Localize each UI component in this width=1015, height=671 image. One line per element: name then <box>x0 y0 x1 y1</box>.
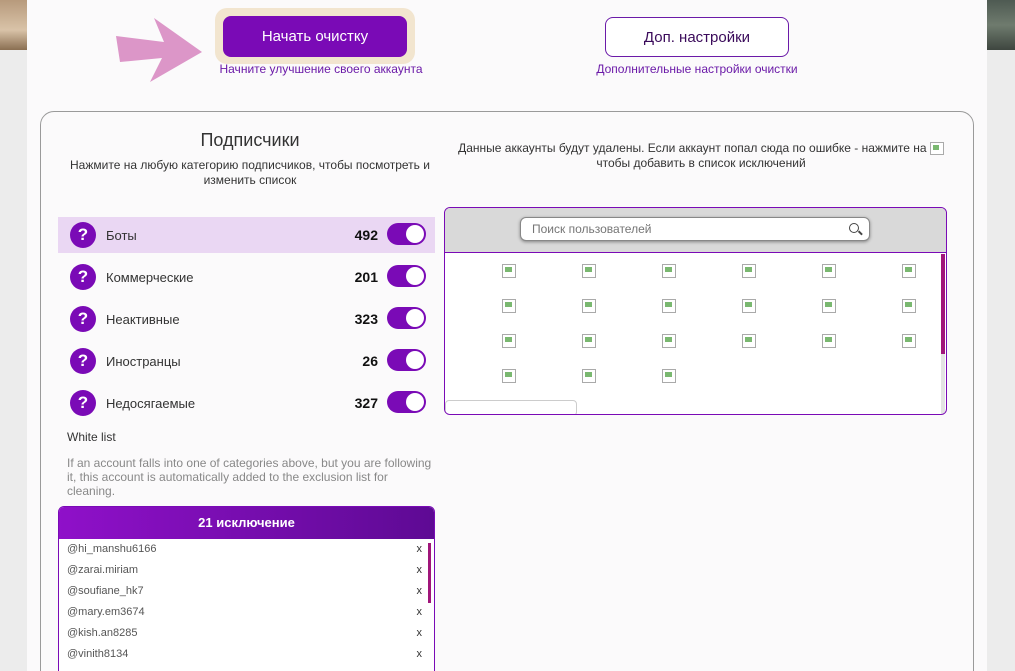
account-thumbnail[interactable] <box>902 334 916 348</box>
category-toggle[interactable] <box>387 391 426 413</box>
deletion-note: Данные аккаунты будут удалены. Если акка… <box>446 141 956 171</box>
exclusion-item: @kish.an8285 x <box>59 623 434 644</box>
grid-toolbar <box>445 208 946 253</box>
user-search[interactable] <box>520 217 870 241</box>
category-label: Коммерческие <box>106 270 194 285</box>
cleanup-card: Подписчики Нажмите на любую категорию по… <box>40 111 974 671</box>
grid-scrollbar[interactable] <box>941 254 945 354</box>
account-thumbnail[interactable] <box>742 264 756 278</box>
remove-exclusion-button[interactable]: x <box>417 644 423 665</box>
remove-exclusion-button[interactable]: x <box>417 623 423 644</box>
category-commercial[interactable]: ? Коммерческие 201 <box>58 259 435 295</box>
question-mark-icon[interactable]: ? <box>70 306 96 332</box>
exclusion-scrollbar[interactable] <box>428 543 431 603</box>
category-toggle[interactable] <box>387 223 426 245</box>
account-thumbnail[interactable] <box>662 299 676 313</box>
question-mark-icon[interactable]: ? <box>70 390 96 416</box>
account-thumbnail[interactable] <box>502 369 516 383</box>
toggle-knob <box>406 393 424 411</box>
exclusion-item: @soufiane_hk7 x <box>59 581 434 602</box>
search-input[interactable] <box>521 218 831 240</box>
exclusion-list-header: 21 исключение <box>59 507 434 539</box>
category-unreachable[interactable]: ? Недосягаемые 327 <box>58 385 435 421</box>
category-label: Иностранцы <box>106 354 181 369</box>
start-cleaning-button[interactable]: Начать очистку <box>223 16 407 57</box>
exclusion-item: @mary.em3674 x <box>59 602 434 623</box>
category-label: Боты <box>106 228 137 243</box>
account-thumbnail[interactable] <box>662 334 676 348</box>
category-toggle[interactable] <box>387 349 426 371</box>
background-photo <box>0 0 27 50</box>
account-thumbnail[interactable] <box>582 264 596 278</box>
account-thumbnail[interactable] <box>582 299 596 313</box>
account-thumbnail[interactable] <box>662 264 676 278</box>
main-page: Начать очистку Начните улучшение своего … <box>27 0 987 671</box>
account-thumbnail[interactable] <box>502 334 516 348</box>
whitelist-description: If an account falls into one of categori… <box>67 456 432 498</box>
toggle-knob <box>406 309 424 327</box>
toggle-knob <box>406 267 424 285</box>
category-count: 201 <box>354 269 378 285</box>
remove-exclusion-button[interactable]: x <box>417 560 423 581</box>
account-thumbnails <box>445 254 941 414</box>
account-thumbnail[interactable] <box>822 334 836 348</box>
account-thumbnail[interactable] <box>902 299 916 313</box>
search-icon[interactable] <box>849 223 859 233</box>
accounts-to-delete-panel <box>444 207 947 415</box>
toggle-knob <box>406 225 424 243</box>
subscribers-title: Подписчики <box>200 130 300 150</box>
category-count: 492 <box>354 227 378 243</box>
category-count: 323 <box>354 311 378 327</box>
exclusion-list: 21 исключение @hi_manshu6166 x @zarai.mir… <box>58 506 435 671</box>
remove-exclusion-button[interactable]: x <box>417 539 423 560</box>
remove-exclusion-button[interactable]: x <box>417 602 423 623</box>
tooltip-popup <box>445 400 577 414</box>
category-bots[interactable]: ? Боты 492 <box>58 217 435 253</box>
grid-scrollbar-track <box>941 354 945 414</box>
account-thumbnail[interactable] <box>822 264 836 278</box>
category-label: Неактивные <box>106 312 180 327</box>
background-left <box>0 0 27 671</box>
toggle-knob <box>406 351 424 369</box>
account-thumbnail[interactable] <box>822 299 836 313</box>
account-thumbnail[interactable] <box>502 299 516 313</box>
advanced-settings-button[interactable]: Доп. настройки <box>605 17 789 57</box>
subscribers-description: Нажмите на любую категорию подписчиков, … <box>70 158 430 187</box>
exclusion-item: @zarai.miriam x <box>59 560 434 581</box>
start-cleaning-caption: Начните улучшение своего аккаунта <box>219 62 423 76</box>
account-thumbnail[interactable] <box>582 369 596 383</box>
question-mark-icon[interactable]: ? <box>70 264 96 290</box>
category-label: Недосягаемые <box>106 396 196 411</box>
deletion-note-text: Данные аккаунты будут удалены. Если акка… <box>458 141 927 155</box>
account-thumbnail[interactable] <box>662 369 676 383</box>
advanced-settings-caption: Дополнительные настройки очистки <box>596 62 798 76</box>
category-foreigners[interactable]: ? Иностранцы 26 <box>58 343 435 379</box>
exclusion-item: @hi_manshu6166 x <box>59 539 434 560</box>
question-mark-icon[interactable]: ? <box>70 348 96 374</box>
account-thumbnail[interactable] <box>902 264 916 278</box>
whitelist-title: White list <box>67 430 116 444</box>
account-thumbnail[interactable] <box>502 264 516 278</box>
account-thumbnail[interactable] <box>582 334 596 348</box>
account-thumbnail[interactable] <box>742 334 756 348</box>
background-photo <box>987 0 1015 50</box>
background-right <box>987 0 1015 671</box>
exclusion-item: @vinith8134 x <box>59 644 434 665</box>
remove-exclusion-button[interactable]: x <box>417 581 423 602</box>
broken-image-icon <box>929 142 944 156</box>
category-toggle[interactable] <box>387 265 426 287</box>
question-mark-icon[interactable]: ? <box>70 222 96 248</box>
category-count: 26 <box>362 353 378 369</box>
category-inactive[interactable]: ? Неактивные 323 <box>58 301 435 337</box>
category-count: 327 <box>354 395 378 411</box>
account-thumbnail[interactable] <box>742 299 756 313</box>
deletion-note-text-end: чтобы добавить в список исключений <box>596 156 806 170</box>
category-toggle[interactable] <box>387 307 426 329</box>
